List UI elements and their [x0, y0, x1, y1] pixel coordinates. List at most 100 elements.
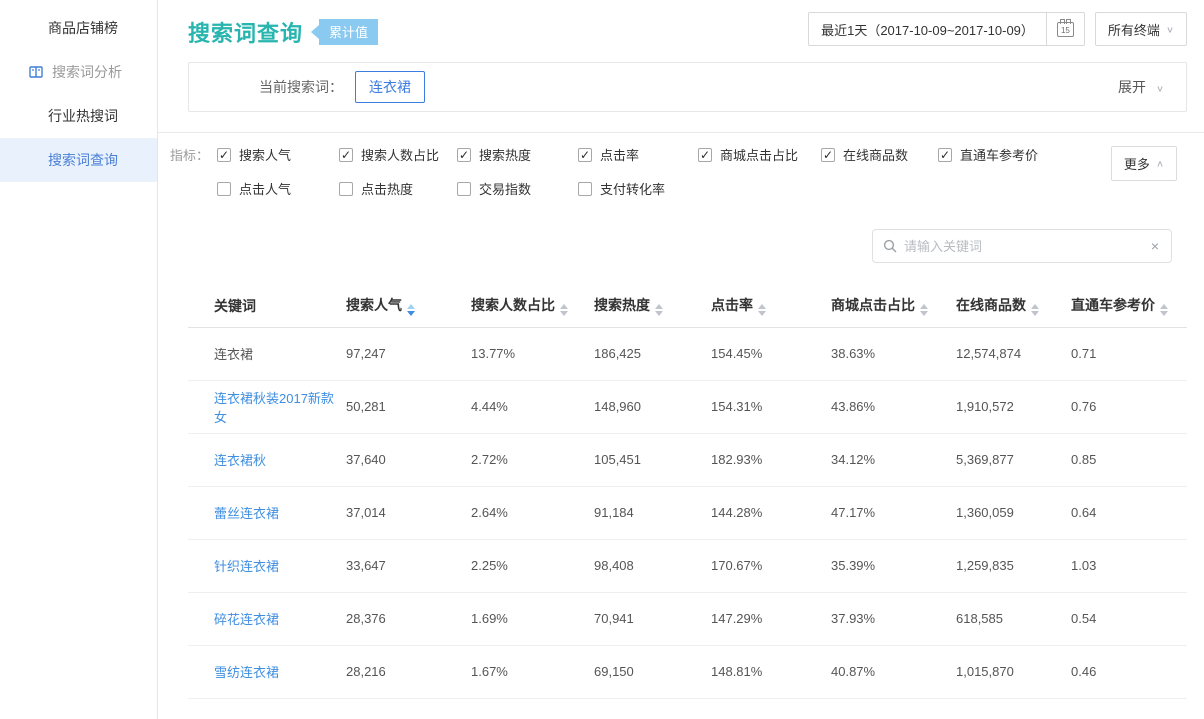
- checkbox-icon[interactable]: ✓: [698, 148, 712, 162]
- value-cell: 147.29%: [711, 592, 831, 645]
- checkbox-icon[interactable]: ✓: [339, 148, 353, 162]
- terminal-label: 所有终端: [1108, 20, 1160, 39]
- value-cell: 0.64: [1071, 486, 1187, 539]
- checkbox-mall-click-ratio[interactable]: ✓ 商城点击占比: [698, 145, 821, 164]
- value-cell: 34.12%: [831, 433, 956, 486]
- value-cell: 1.03: [1071, 539, 1187, 592]
- indicator-panel: 指标： ✓ 搜索人气 ✓ 搜索人数占比 ✓ 搜索热度 ✓ 点击率: [158, 133, 1204, 204]
- more-button[interactable]: 更多 ∧: [1111, 146, 1177, 181]
- checkbox-label: 搜索热度: [479, 145, 531, 164]
- value-cell: 0.76: [1071, 380, 1187, 433]
- sort-icon[interactable]: [920, 304, 928, 316]
- checkbox-icon[interactable]: ✓: [938, 148, 952, 162]
- table-row: 连衣裙秋 37,640 2.72% 105,451 182.93% 34.12%…: [188, 433, 1187, 486]
- value-cell: 4.44%: [471, 380, 594, 433]
- value-cell: 38.63%: [831, 327, 956, 380]
- checkbox-icon[interactable]: ✓: [217, 148, 231, 162]
- app-window: 商品店铺榜 搜索词分析 行业热搜词 搜索词查询 搜索词查询: [0, 0, 1204, 719]
- checkbox-click-popularity[interactable]: 点击人气: [217, 179, 339, 198]
- checkbox-search-popularity[interactable]: ✓ 搜索人气: [217, 145, 339, 164]
- value-cell: 0.71: [1071, 327, 1187, 380]
- sort-icon[interactable]: [655, 304, 663, 316]
- date-range-text: 最近1天（2017-10-09~2017-10-09）: [809, 13, 1046, 45]
- keyword-link[interactable]: 雪纺连衣裙: [188, 645, 346, 698]
- page-title-group: 搜索词查询 累计值: [188, 16, 378, 48]
- calendar-button[interactable]: 15: [1046, 13, 1084, 45]
- sort-icon[interactable]: [1031, 304, 1039, 316]
- checkbox-search-user-ratio[interactable]: ✓ 搜索人数占比: [339, 145, 457, 164]
- current-keyword-chip[interactable]: 连衣裙: [355, 71, 425, 103]
- checkbox-icon[interactable]: ✓: [578, 148, 592, 162]
- sidebar-item-label: 搜索词分析: [52, 62, 122, 82]
- checkbox-icon[interactable]: [578, 182, 592, 196]
- checkbox-trade-index[interactable]: 交易指数: [457, 179, 578, 198]
- indicator-label: 指标：: [170, 145, 217, 164]
- checkbox-label: 搜索人气: [239, 145, 291, 164]
- value-cell: 50,281: [346, 380, 471, 433]
- col-header-click-rate[interactable]: 点击率: [711, 285, 831, 327]
- checkbox-icon[interactable]: ✓: [457, 148, 471, 162]
- value-cell: 33,647: [346, 539, 471, 592]
- checkbox-search-heat[interactable]: ✓ 搜索热度: [457, 145, 578, 164]
- value-cell: 1.69%: [471, 592, 594, 645]
- sidebar-item-product-shop-rank[interactable]: 商品店铺榜: [0, 6, 157, 50]
- search-row: ×: [158, 204, 1204, 263]
- value-cell: 98,408: [594, 539, 711, 592]
- keyword-link[interactable]: 连衣裙秋装2017新款女: [188, 380, 346, 433]
- sort-icon[interactable]: [1160, 304, 1168, 316]
- sidebar-item-search-word-analysis[interactable]: 搜索词分析: [0, 50, 157, 94]
- col-header-keyword: 关键词: [188, 285, 346, 327]
- clear-input-icon[interactable]: ×: [1149, 238, 1161, 254]
- sort-icon[interactable]: [407, 304, 415, 316]
- date-range-picker[interactable]: 最近1天（2017-10-09~2017-10-09） 15: [808, 12, 1085, 46]
- value-cell: 2.25%: [471, 539, 594, 592]
- table-row: 针织连衣裙 33,647 2.25% 98,408 170.67% 35.39%…: [188, 539, 1187, 592]
- col-header-mall-click-ratio[interactable]: 商城点击占比: [831, 285, 956, 327]
- keyword-link[interactable]: 蕾丝连衣裙: [188, 486, 346, 539]
- col-header-online-products[interactable]: 在线商品数: [956, 285, 1071, 327]
- checkbox-label: 交易指数: [479, 179, 531, 198]
- checkbox-icon[interactable]: [457, 182, 471, 196]
- checkbox-online-products[interactable]: ✓ 在线商品数: [821, 145, 938, 164]
- badge-arrow-icon: [311, 25, 319, 39]
- expand-toggle[interactable]: 展开 ∨: [1118, 77, 1164, 97]
- value-cell: 2.64%: [471, 486, 594, 539]
- checkbox-label: 点击热度: [361, 179, 413, 198]
- value-cell: 0.54: [1071, 592, 1187, 645]
- sidebar-item-search-word-query[interactable]: 搜索词查询: [0, 138, 157, 182]
- keyword-search-input[interactable]: [904, 239, 1149, 254]
- value-cell: 1,910,572: [956, 380, 1071, 433]
- expand-label: 展开: [1118, 79, 1146, 95]
- keyword-link[interactable]: 针织连衣裙: [188, 539, 346, 592]
- checkbox-click-heat[interactable]: 点击热度: [339, 179, 457, 198]
- checkbox-icon[interactable]: ✓: [821, 148, 835, 162]
- checkbox-click-rate[interactable]: ✓ 点击率: [578, 145, 698, 164]
- value-cell: 1,015,870: [956, 645, 1071, 698]
- value-cell: 186,425: [594, 327, 711, 380]
- table-row: 连衣裙秋装2017新款女 50,281 4.44% 148,960 154.31…: [188, 380, 1187, 433]
- keyword-link[interactable]: 碎花连衣裙: [188, 592, 346, 645]
- sidebar-item-industry-hot-words[interactable]: 行业热搜词: [0, 94, 157, 138]
- table-row: 雪纺连衣裙 28,216 1.67% 69,150 148.81% 40.87%…: [188, 645, 1187, 698]
- checkbox-icon[interactable]: [339, 182, 353, 196]
- sort-icon[interactable]: [560, 304, 568, 316]
- sidebar: 商品店铺榜 搜索词分析 行业热搜词 搜索词查询: [0, 0, 158, 719]
- table-row: 碎花连衣裙 28,376 1.69% 70,941 147.29% 37.93%…: [188, 592, 1187, 645]
- value-cell: 1.67%: [471, 645, 594, 698]
- value-cell: 40.87%: [831, 645, 956, 698]
- checkbox-label: 支付转化率: [600, 179, 665, 198]
- terminal-dropdown[interactable]: 所有终端 ∨: [1095, 12, 1187, 46]
- checkbox-icon[interactable]: [217, 182, 231, 196]
- keyword-link[interactable]: 连衣裙秋: [188, 433, 346, 486]
- keyword-search-box[interactable]: ×: [872, 229, 1172, 263]
- checkbox-ztc-ref-price[interactable]: ✓ 直通车参考价: [938, 145, 1108, 164]
- top-bar: 搜索词查询 累计值 最近1天（2017-10-09~2017-10-09） 15…: [158, 0, 1204, 48]
- value-cell: 2.72%: [471, 433, 594, 486]
- col-header-search-user-ratio[interactable]: 搜索人数占比: [471, 285, 594, 327]
- col-header-ztc-ref-price[interactable]: 直通车参考价: [1071, 285, 1187, 327]
- col-header-search-heat[interactable]: 搜索热度: [594, 285, 711, 327]
- value-cell: 35.39%: [831, 539, 956, 592]
- checkbox-pay-conversion[interactable]: 支付转化率: [578, 179, 698, 198]
- sort-icon[interactable]: [758, 304, 766, 316]
- col-header-search-popularity[interactable]: 搜索人气: [346, 285, 471, 327]
